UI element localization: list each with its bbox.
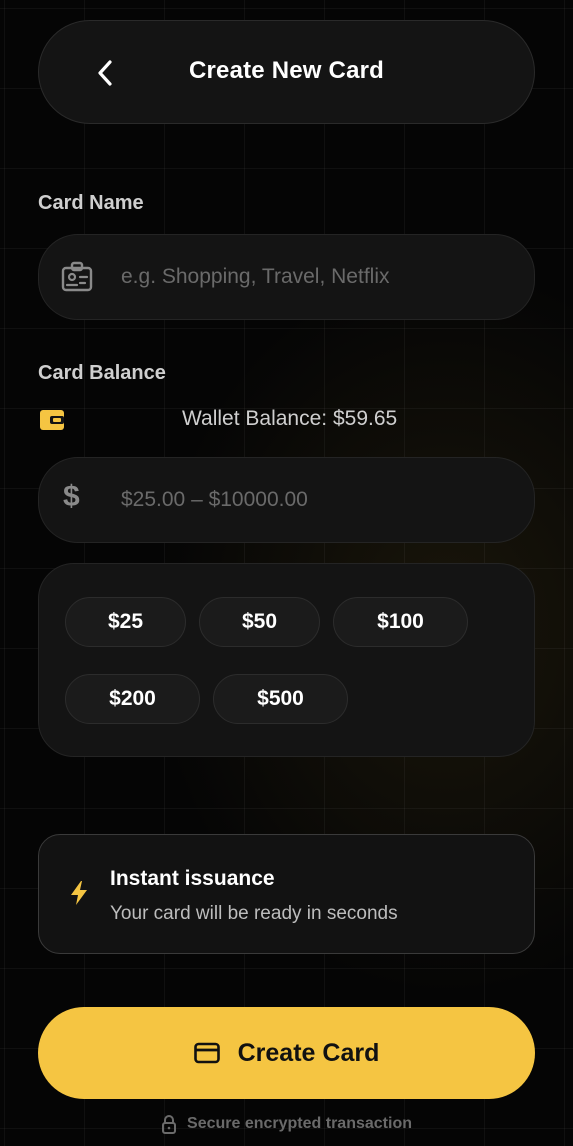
amount-chip-50[interactable]: $50 bbox=[199, 597, 320, 647]
page-title: Create New Card bbox=[188, 57, 385, 84]
header-bar: Create New Card bbox=[38, 20, 535, 124]
card-balance-field[interactable]: $ bbox=[38, 457, 535, 543]
dollar-sign-icon: $ bbox=[63, 480, 80, 513]
quick-amounts-panel: $25 $50 $100 $200 $500 bbox=[38, 563, 535, 757]
wallet-balance-row: Wallet Balance: $59.65 bbox=[38, 404, 535, 436]
wallet-balance-text: Wallet Balance: $59.65 bbox=[182, 407, 398, 430]
instant-issuance-card: Instant issuance Your card will be ready… bbox=[38, 834, 535, 954]
create-card-label: Create Card bbox=[237, 1038, 380, 1067]
credit-card-icon bbox=[193, 1042, 220, 1064]
card-name-field[interactable] bbox=[38, 234, 535, 320]
lightning-bolt-icon bbox=[71, 881, 87, 905]
create-card-button[interactable]: Create Card bbox=[38, 1007, 535, 1099]
id-card-icon bbox=[57, 257, 97, 297]
info-title: Instant issuance bbox=[110, 867, 275, 890]
lock-icon bbox=[162, 1115, 177, 1134]
wallet-icon bbox=[40, 410, 64, 430]
secure-note: Secure encrypted transaction bbox=[0, 1114, 573, 1134]
amount-chip-25[interactable]: $25 bbox=[65, 597, 186, 647]
secure-text: Secure encrypted transaction bbox=[187, 1115, 412, 1132]
amount-chip-500[interactable]: $500 bbox=[213, 674, 348, 724]
card-balance-label: Card Balance bbox=[38, 362, 166, 384]
card-name-input[interactable] bbox=[121, 235, 511, 319]
card-balance-input[interactable] bbox=[121, 458, 511, 542]
info-subtitle: Your card will be ready in seconds bbox=[110, 903, 398, 924]
amount-chip-200[interactable]: $200 bbox=[65, 674, 200, 724]
create-card-screen: Create New Card Card Name Card Balance W… bbox=[0, 0, 573, 1146]
amount-chip-100[interactable]: $100 bbox=[333, 597, 468, 647]
card-name-label: Card Name bbox=[38, 192, 144, 214]
